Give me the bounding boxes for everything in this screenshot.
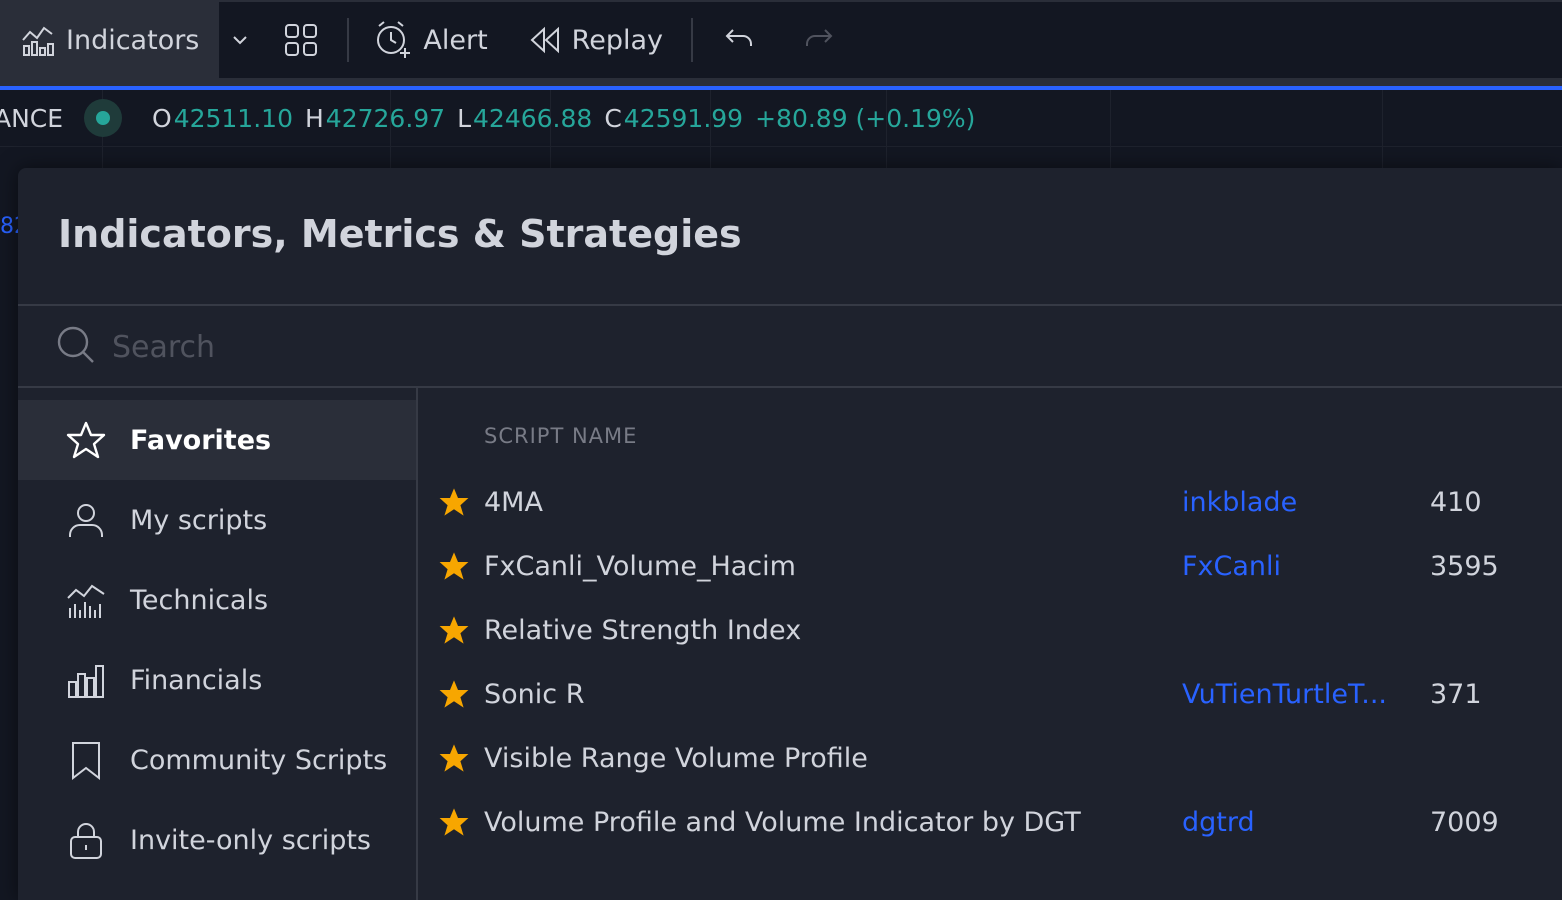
replay-button[interactable]: Replay: [506, 2, 685, 78]
sidebar-item-label: Community Scripts: [130, 744, 388, 776]
favorite-star-icon[interactable]: [438, 614, 470, 650]
bookmark-icon: [64, 738, 108, 782]
script-list: SCRIPT NAME 4MA inkblade 410 FxCanli_Vol…: [420, 388, 1562, 900]
technicals-chart-icon: [64, 578, 108, 622]
search-bar: [18, 306, 1562, 388]
script-likes-count: 410: [1430, 486, 1482, 518]
sidebar-item-label: Technicals: [130, 584, 269, 616]
toolbar-separator: [691, 18, 693, 62]
script-author-link[interactable]: FxCanli: [1182, 551, 1281, 582]
sidebar-item-technicals[interactable]: Technicals: [18, 560, 416, 640]
open-value: 42511.10: [173, 103, 293, 133]
symbol-label[interactable]: ANCE: [0, 104, 64, 133]
ohlc-legend: ANCE O 42511.10 H 42726.97 L 42466.88 C …: [0, 96, 987, 140]
script-row[interactable]: Visible Range Volume Profile: [420, 726, 1562, 790]
sidebar-item-my-scripts[interactable]: My scripts: [18, 480, 416, 560]
script-likes-count: 3595: [1430, 550, 1499, 582]
undo-icon: [723, 24, 755, 56]
indicators-dropdown-button[interactable]: [219, 2, 261, 78]
script-author-link[interactable]: inkblade: [1182, 487, 1297, 518]
script-likes-count: 371: [1430, 678, 1482, 710]
sidebar-item-invite-only-scripts[interactable]: Invite-only scripts: [18, 800, 416, 880]
script-row[interactable]: Volume Profile and Volume Indicator by D…: [420, 790, 1562, 854]
chevron-down-icon: [231, 31, 249, 49]
script-name: Relative Strength Index: [484, 614, 802, 646]
script-row[interactable]: FxCanli_Volume_Hacim FxCanli 3595: [420, 534, 1562, 598]
sidebar-item-label: Invite-only scripts: [130, 824, 371, 856]
script-name: Sonic R: [484, 678, 585, 710]
sidebar-item-label: Financials: [130, 664, 263, 696]
script-row[interactable]: 4MA inkblade 410: [420, 470, 1562, 534]
rewind-icon: [528, 23, 562, 57]
indicators-dialog: Indicators, Metrics & Strategies Favorit…: [18, 168, 1562, 900]
lock-icon: [64, 818, 108, 862]
alert-label: Alert: [423, 24, 488, 56]
grid-line: [0, 146, 1562, 147]
low-value: 42466.88: [473, 103, 593, 133]
script-likes-count: 7009: [1430, 806, 1499, 838]
toolbar-separator: [347, 18, 350, 62]
script-name: Volume Profile and Volume Indicator by D…: [484, 806, 1081, 838]
replay-label: Replay: [571, 24, 663, 56]
redo-icon: [803, 24, 835, 56]
sidebar-item-label: Favorites: [130, 424, 272, 456]
script-row[interactable]: Sonic R VuTienTurtleT... 371: [420, 662, 1562, 726]
indicators-label: Indicators: [66, 24, 200, 56]
script-name: 4MA: [484, 486, 543, 518]
toolbar-border: [0, 78, 1562, 86]
indicators-button[interactable]: Indicators: [0, 2, 220, 78]
user-icon: [64, 498, 108, 542]
high-key: H: [304, 103, 324, 133]
sidebar-item-community-scripts[interactable]: Community Scripts: [18, 720, 416, 800]
alert-button[interactable]: Alert: [355, 2, 505, 78]
layouts-button[interactable]: [261, 2, 341, 78]
star-outline-icon: [64, 418, 108, 462]
search-input[interactable]: [112, 329, 1412, 365]
script-name: Visible Range Volume Profile: [484, 742, 868, 774]
favorite-star-icon[interactable]: [438, 550, 470, 586]
redo-button[interactable]: [779, 2, 859, 78]
favorite-star-icon[interactable]: [438, 678, 470, 714]
change-value: +80.89 (+0.19%): [755, 103, 976, 133]
category-sidebar: Favorites My scripts Technicals Financia…: [18, 388, 418, 900]
indicators-icon: [20, 22, 56, 58]
search-icon: [56, 325, 96, 369]
dialog-title: Indicators, Metrics & Strategies: [58, 212, 742, 256]
script-row[interactable]: Relative Strength Index: [420, 598, 1562, 662]
status-dot-icon: [96, 111, 110, 125]
low-key: L: [457, 103, 472, 133]
script-author-link[interactable]: dgtrd: [1182, 807, 1255, 838]
sidebar-item-favorites[interactable]: Favorites: [18, 400, 416, 480]
high-value: 42726.97: [325, 103, 446, 133]
top-toolbar: Indicators Alert Replay: [0, 0, 1562, 78]
financials-bars-icon: [64, 658, 108, 702]
close-key: C: [604, 103, 622, 133]
script-author-link[interactable]: VuTienTurtleT...: [1182, 679, 1387, 710]
undo-button[interactable]: [699, 2, 779, 78]
grid-layout-icon: [283, 22, 319, 58]
favorite-star-icon[interactable]: [438, 742, 470, 778]
market-status-indicator[interactable]: [84, 99, 122, 137]
favorite-star-icon[interactable]: [438, 806, 470, 842]
alarm-clock-plus-icon: [373, 20, 413, 60]
script-name: FxCanli_Volume_Hacim: [484, 550, 796, 582]
sidebar-item-financials[interactable]: Financials: [18, 640, 416, 720]
column-header-script-name: SCRIPT NAME: [484, 424, 638, 448]
favorite-star-icon[interactable]: [438, 486, 470, 522]
close-value: 42591.99: [623, 103, 744, 133]
sidebar-item-label: My scripts: [130, 504, 268, 536]
open-key: O: [152, 103, 172, 133]
